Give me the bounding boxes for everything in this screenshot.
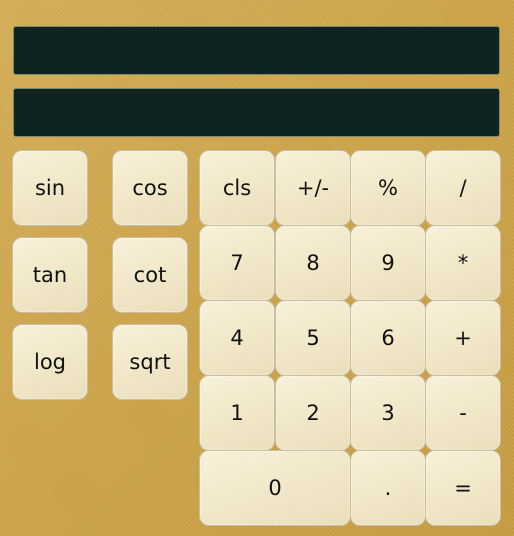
digit-3-button[interactable]: 3 xyxy=(350,375,426,451)
result-display xyxy=(13,88,500,137)
sqrt-button[interactable]: sqrt xyxy=(112,324,188,400)
digit-4-button[interactable]: 4 xyxy=(199,300,275,376)
negate-button[interactable]: +/- xyxy=(275,150,351,226)
tan-button[interactable]: tan xyxy=(12,237,88,313)
digit-2-button[interactable]: 2 xyxy=(275,375,351,451)
calculator: sin cos tan cot log sqrt cls +/- % / 7 8… xyxy=(0,0,514,536)
digit-0-button[interactable]: 0 xyxy=(199,450,351,526)
multiply-button[interactable]: * xyxy=(425,225,501,301)
expression-display xyxy=(13,26,500,75)
divide-button[interactable]: / xyxy=(425,150,501,226)
digit-7-button[interactable]: 7 xyxy=(199,225,275,301)
clear-button[interactable]: cls xyxy=(199,150,275,226)
decimal-point-button[interactable]: . xyxy=(350,450,426,526)
cos-button[interactable]: cos xyxy=(112,150,188,226)
digit-6-button[interactable]: 6 xyxy=(350,300,426,376)
digit-9-button[interactable]: 9 xyxy=(350,225,426,301)
digit-1-button[interactable]: 1 xyxy=(199,375,275,451)
equals-button[interactable]: = xyxy=(425,450,501,526)
percent-button[interactable]: % xyxy=(350,150,426,226)
minus-button[interactable]: - xyxy=(425,375,501,451)
log-button[interactable]: log xyxy=(12,324,88,400)
plus-button[interactable]: + xyxy=(425,300,501,376)
digit-5-button[interactable]: 5 xyxy=(275,300,351,376)
digit-8-button[interactable]: 8 xyxy=(275,225,351,301)
sin-button[interactable]: sin xyxy=(12,150,88,226)
cot-button[interactable]: cot xyxy=(112,237,188,313)
